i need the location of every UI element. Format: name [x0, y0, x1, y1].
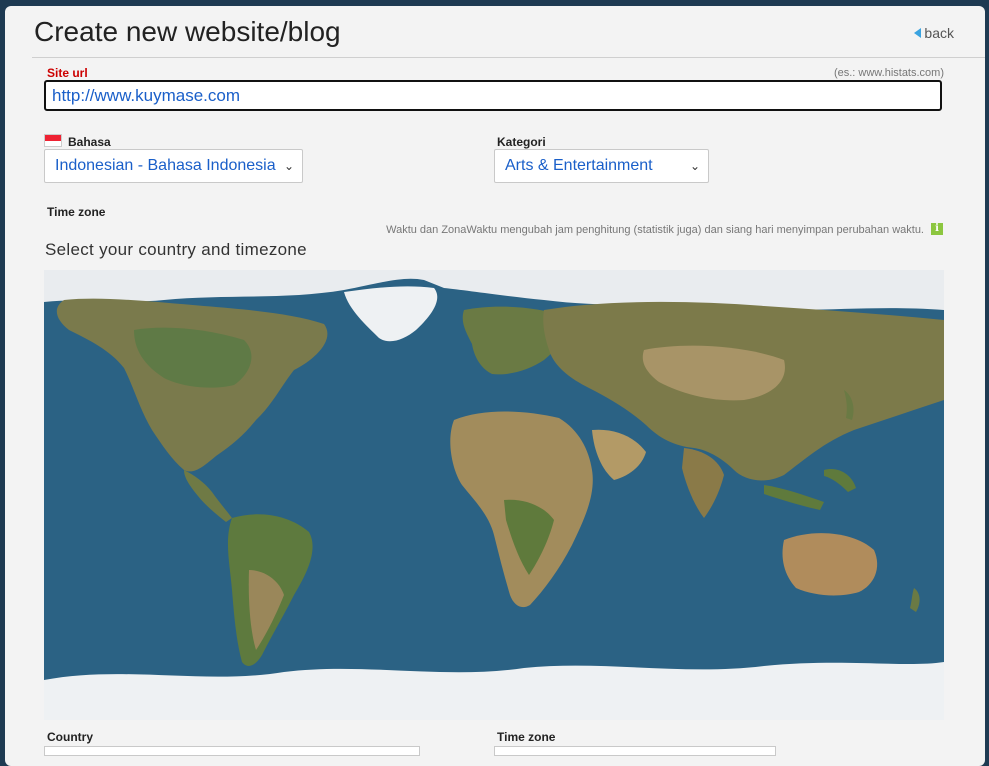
world-map[interactable] [44, 270, 944, 720]
chevron-down-icon: ⌄ [283, 159, 294, 173]
site-url-hint: (es.: www.histats.com) [833, 67, 944, 79]
info-icon[interactable]: i [931, 223, 943, 235]
world-map-graphic [44, 270, 944, 720]
back-arrow-icon [914, 28, 922, 38]
language-selected-value: Indonesian - Bahasa Indonesia [55, 157, 276, 174]
map-title: Select your country and timezone [45, 240, 307, 259]
main-panel: Create new website/blog back Site url (e… [5, 6, 985, 766]
category-selected-value: Arts & Entertainment [505, 157, 653, 174]
site-url-label: Site url [47, 66, 88, 80]
timezone-label: Time zone [497, 730, 556, 744]
back-label: back [924, 25, 954, 41]
category-label: Kategori [497, 135, 546, 149]
title-divider [32, 57, 985, 58]
country-label: Country [47, 730, 93, 744]
timezone-select[interactable] [494, 746, 776, 756]
category-select[interactable]: Arts & Entertainment ⌄ [494, 149, 709, 183]
language-label: Bahasa [68, 135, 111, 149]
timezone-section-label: Time zone [47, 205, 106, 219]
timezone-note: Waktu dan ZonaWaktu mengubah jam penghit… [386, 224, 924, 236]
language-select[interactable]: Indonesian - Bahasa Indonesia ⌄ [44, 149, 303, 183]
country-select[interactable] [44, 746, 420, 756]
site-url-input[interactable] [44, 80, 942, 111]
chevron-down-icon: ⌄ [689, 159, 700, 173]
back-link[interactable]: back [914, 25, 954, 41]
indonesia-flag-icon [44, 134, 62, 147]
page-title: Create new website/blog [34, 16, 341, 47]
